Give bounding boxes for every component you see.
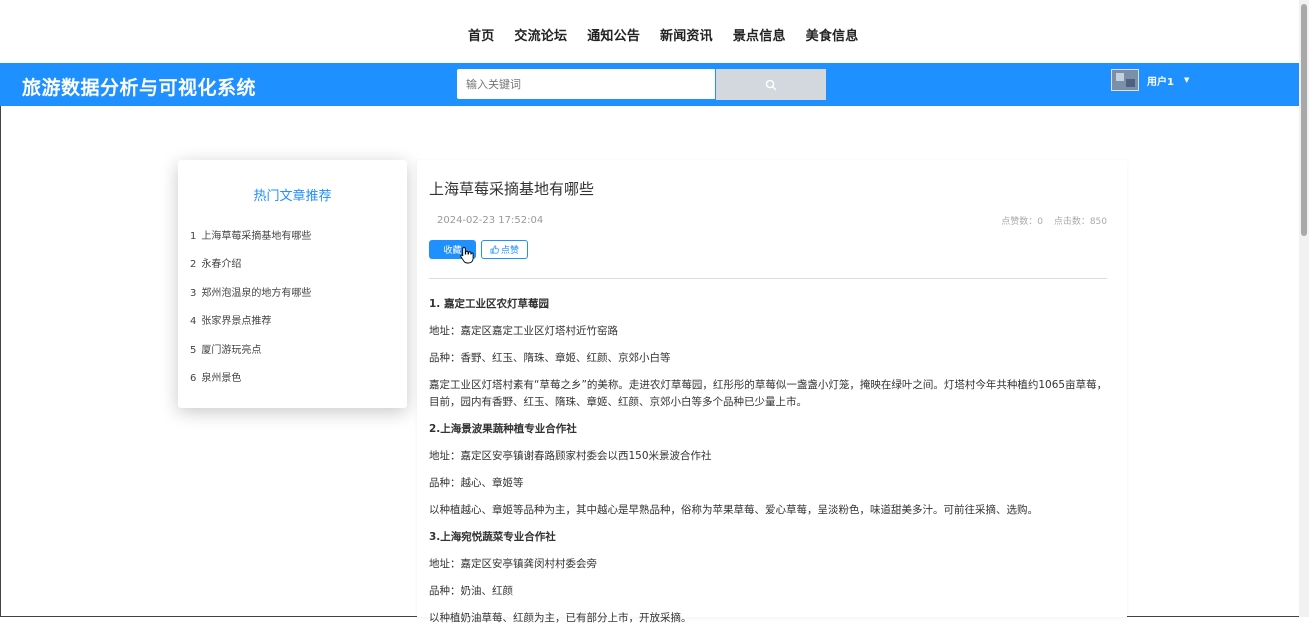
hot-articles-card: 热门文章推荐 1 上海草莓采摘基地有哪些 2 永春介绍 3 郑州泡温泉的地方有哪些 4… [178, 160, 407, 408]
article-body: 1. 嘉定工业区农灯草莓园 地址：嘉定区嘉定工业区灯塔村近竹窑路 品种：香野、红… [429, 296, 1109, 637]
list-item-number: 6 [190, 372, 197, 384]
section-heading: 2.上海景波果蔬种植专业合作社 [429, 423, 577, 435]
list-item-label: 上海草莓采摘基地有哪些 [201, 231, 312, 242]
list-item[interactable]: 2 永春介绍 [190, 255, 311, 283]
paragraph: 地址：嘉定区安亭镇谢春路顾家村委会以西150米景波合作社 [429, 450, 712, 462]
avatar [1111, 69, 1139, 91]
list-item-label: 郑州泡温泉的地方有哪些 [201, 287, 312, 299]
paragraph: 以种植奶油草莓、红颜为主，已有部分上市，开放采摘。 [429, 612, 692, 624]
hand-cursor-icon [460, 247, 474, 264]
paragraph: 品种：香野、红玉、隋珠、章姬、红颜、京郊小白等 [429, 352, 671, 364]
list-item-label: 泉州景色 [201, 372, 242, 384]
list-item[interactable]: 5 厦门游玩亮点 [190, 341, 311, 369]
chevron-down-icon: ▼ [1183, 76, 1190, 84]
like-count: 点赞数：0 [1001, 217, 1043, 227]
header-bar: 旅游数据分析与可视化系统 用户1 ▼ [0, 63, 1299, 106]
click-count: 点击数：850 [1053, 217, 1107, 227]
article-date: 2024-02-23 17:52:04 [437, 215, 544, 226]
scrollbar-thumb[interactable] [1301, 4, 1307, 236]
list-item-number: 4 [190, 316, 197, 328]
list-item[interactable]: 4 张家界景点推荐 [190, 312, 311, 340]
section-heading: 1. 嘉定工业区农灯草莓园 [429, 298, 549, 310]
nav-item-home[interactable]: 首页 [468, 25, 494, 44]
like-button-label: 点赞 [500, 246, 519, 256]
list-item[interactable]: 6 泉州景色 [190, 369, 311, 397]
section-heading: 3.上海宛悦蔬菜专业合作社 [429, 531, 556, 543]
paragraph: 地址：嘉定区嘉定工业区灯塔村近竹窑路 [429, 325, 618, 337]
search-input[interactable] [457, 69, 715, 99]
list-item-number: 3 [190, 287, 197, 299]
nav-item-forum[interactable]: 交流论坛 [514, 25, 567, 44]
nav-item-notice[interactable]: 通知公告 [587, 25, 640, 44]
article-stats: 点赞数：0 点击数：850 [993, 214, 1107, 227]
nav-item-scenic[interactable]: 景点信息 [733, 25, 786, 44]
search-icon [765, 79, 777, 90]
article-title: 上海草莓采摘基地有哪些 [429, 180, 595, 198]
paragraph: 地址：嘉定区安亭镇龚闵村村委会旁 [429, 558, 597, 570]
list-item-label: 厦门游玩亮点 [201, 344, 262, 356]
paragraph: 品种：越心、章姬等 [429, 477, 524, 489]
user-menu[interactable]: 用户1 ▼ [1111, 69, 1189, 91]
site-title: 旅游数据分析与可视化系统 [22, 77, 257, 99]
list-item-label: 永春介绍 [201, 259, 242, 271]
list-item-number: 5 [190, 344, 197, 356]
hot-articles-list: 1 上海草莓采摘基地有哪些 2 永春介绍 3 郑州泡温泉的地方有哪些 4 张家界景点推荐… [190, 227, 311, 397]
paragraph: 以种植越心、章姬等品种为主，其中越心是早熟品种，俗称为苹果草莓、爱心草莓，呈淡粉… [429, 504, 1038, 516]
thumbs-up-icon [490, 245, 499, 254]
favorite-button-label: 收藏 [443, 246, 462, 256]
nav-item-news[interactable]: 新闻资讯 [660, 25, 713, 44]
nav-item-food[interactable]: 美食信息 [806, 25, 859, 44]
divider [429, 278, 1107, 279]
top-navigation: 首页 交流论坛 通知公告 新闻资讯 景点信息 美食信息 [0, 0, 1299, 64]
paragraph: 嘉定工业区灯塔村素有“草莓之乡”的美称。走进农灯草莓园，红彤彤的草莓似一盏盏小灯… [429, 379, 1108, 408]
nav-menu: 首页 交流论坛 通知公告 新闻资讯 景点信息 美食信息 [468, 25, 878, 44]
like-button[interactable]: 点赞 [481, 240, 528, 259]
paragraph: 品种：奶油、红颜 [429, 585, 513, 597]
user-name: 用户1 [1147, 76, 1174, 88]
hot-articles-title: 热门文章推荐 [253, 189, 332, 204]
list-item[interactable]: 1 上海草莓采摘基地有哪些 [190, 227, 311, 255]
article-panel: 上海草莓采摘基地有哪些 2024-02-23 17:52:04 点赞数：0 点击… [417, 160, 1127, 624]
search-button[interactable] [716, 69, 826, 100]
list-item[interactable]: 3 郑州泡温泉的地方有哪些 [190, 284, 311, 312]
list-item-number: 2 [190, 259, 197, 271]
list-item-number: 1 [190, 231, 197, 242]
list-item-label: 张家界景点推荐 [201, 316, 272, 328]
